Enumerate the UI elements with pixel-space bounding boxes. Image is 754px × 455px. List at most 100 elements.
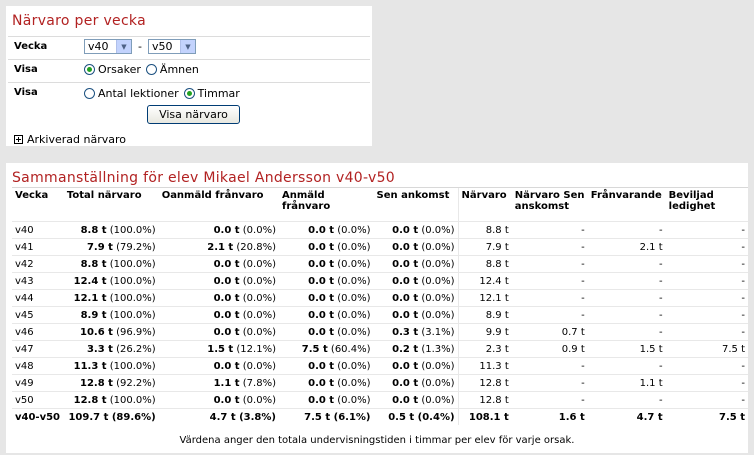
anmald-cell: 0.0 t (0.0%) bbox=[278, 374, 374, 392]
sen-cell: 0.0 t (0.0%) bbox=[373, 306, 459, 324]
week-cell: v44 bbox=[12, 289, 64, 307]
table-header: Vecka Total närvaro Oanmäld frånvaro Anm… bbox=[12, 187, 748, 222]
total-hours: 11.3 t bbox=[73, 360, 107, 372]
col-header: Frånvarande bbox=[587, 187, 666, 222]
radio-subjects[interactable] bbox=[145, 64, 157, 75]
week-from-select[interactable]: v40 ▼ bbox=[84, 39, 132, 54]
anmald-hours: 0.0 t bbox=[308, 275, 335, 287]
oanmald-percent: (0.0%) bbox=[242, 224, 276, 236]
sen-hours: 0.0 t bbox=[392, 241, 419, 253]
sen-percent: (0.0%) bbox=[421, 224, 455, 236]
anmald-percent: (0.0%) bbox=[337, 377, 371, 389]
radio-lessons[interactable] bbox=[84, 88, 95, 99]
chevron-down-icon[interactable]: ▼ bbox=[179, 40, 195, 53]
anmald-cell: 0.0 t (0.0%) bbox=[278, 289, 374, 307]
oanmald-percent: (0.0%) bbox=[242, 326, 276, 338]
summary-panel: Sammanställning för elev Mikael Andersso… bbox=[6, 163, 748, 453]
sen-percent: (0.4%) bbox=[417, 411, 455, 423]
sen-hours: 0.0 t bbox=[392, 275, 419, 287]
week-cell: v48 bbox=[12, 357, 64, 375]
narvaro_sen-cell: - bbox=[511, 306, 588, 324]
total-percent: (100.0%) bbox=[109, 258, 156, 270]
archived-label[interactable]: Arkiverad närvaro bbox=[27, 133, 126, 146]
oanmald-cell: 0.0 t (0.0%) bbox=[158, 323, 279, 341]
chevron-down-icon[interactable]: ▼ bbox=[116, 40, 131, 53]
table-row: v42 8.8 t (100.0%) 0.0 t (0.0%) 0.0 t (0.0%… bbox=[12, 255, 748, 273]
narvaro-cell: 12.4 t bbox=[457, 272, 512, 290]
anmald-hours: 0.0 t bbox=[308, 224, 335, 236]
show-unit-row: Visa Antal lektioner Timmar bbox=[8, 82, 370, 103]
summary-title: Sammanställning för elev Mikael Andersso… bbox=[12, 170, 395, 186]
sen-percent: (0.0%) bbox=[421, 360, 455, 372]
total-row: v40-v50 109.7 t (89.6%) 4.7 t (3.8%) 7.5 t … bbox=[12, 408, 748, 425]
anmald-hours: 7.5 t bbox=[304, 411, 331, 423]
franv-cell: 2.1 t bbox=[587, 238, 666, 256]
week-from-value: v40 bbox=[88, 40, 109, 53]
bevil-cell: 7.5 t bbox=[665, 340, 748, 358]
radio-reasons[interactable] bbox=[84, 64, 95, 75]
oanmald-cell: 0.0 t (0.0%) bbox=[158, 255, 279, 273]
oanmald-hours: 4.7 t bbox=[209, 411, 236, 423]
sen-hours: 0.0 t bbox=[392, 309, 419, 321]
bevil-cell: - bbox=[665, 272, 748, 290]
table-row: v49 12.8 t (92.2%) 1.1 t (7.8%) 0.0 t (0.0%… bbox=[12, 374, 748, 392]
table-row: v41 7.9 t (79.2%) 2.1 t (20.8%) 0.0 t (0.0%… bbox=[12, 238, 748, 256]
anmald-hours: 0.0 t bbox=[308, 326, 335, 338]
anmald-percent: (0.0%) bbox=[337, 292, 371, 304]
sen-percent: (0.0%) bbox=[421, 258, 455, 270]
franv-cell: - bbox=[587, 391, 666, 409]
table-row: v44 12.1 t (100.0%) 0.0 t (0.0%) 0.0 t (0.0… bbox=[12, 289, 748, 307]
franv-cell: 1.5 t bbox=[587, 340, 666, 358]
total-percent: (100.0%) bbox=[109, 394, 156, 406]
col-header: Total närvaro bbox=[63, 187, 159, 222]
bevil-cell: - bbox=[665, 323, 748, 341]
oanmald-percent: (0.0%) bbox=[242, 309, 276, 321]
narvaro_sen-cell: - bbox=[511, 289, 588, 307]
oanmald-percent: (0.0%) bbox=[242, 394, 276, 406]
table-row: v43 12.4 t (100.0%) 0.0 t (0.0%) 0.0 t (0.0… bbox=[12, 272, 748, 290]
oanmald-cell: 0.0 t (0.0%) bbox=[158, 289, 279, 307]
footnote: Värdena anger den totala undervisningsti… bbox=[179, 435, 575, 446]
radio-hours[interactable] bbox=[183, 88, 195, 99]
bevil-cell: - bbox=[665, 357, 748, 375]
sen-cell: 0.5 t (0.4%) bbox=[373, 408, 459, 425]
sen-cell: 0.0 t (0.0%) bbox=[373, 255, 459, 273]
oanmald-percent: (0.0%) bbox=[242, 360, 276, 372]
week-to-select[interactable]: v50 ▼ bbox=[147, 39, 196, 54]
sen-cell: 0.0 t (0.0%) bbox=[373, 391, 459, 409]
radio-lessons-label[interactable]: Antal lektioner bbox=[98, 87, 179, 100]
plus-icon[interactable] bbox=[14, 135, 23, 144]
sen-cell: 0.3 t (3.1%) bbox=[373, 323, 459, 341]
total-hours: 8.9 t bbox=[80, 309, 107, 321]
anmald-cell: 0.0 t (0.0%) bbox=[278, 272, 374, 290]
anmald-hours: 0.0 t bbox=[308, 377, 335, 389]
radio-subjects-label[interactable]: Ämnen bbox=[160, 63, 199, 76]
sen-cell: 0.0 t (0.0%) bbox=[373, 272, 459, 290]
total-percent: (96.9%) bbox=[116, 326, 156, 338]
anmald-cell: 0.0 t (0.0%) bbox=[278, 391, 374, 409]
show-label: Visa bbox=[14, 87, 38, 98]
anmald-hours: 0.0 t bbox=[308, 360, 335, 372]
archived-attendance-toggle[interactable]: Arkiverad närvaro bbox=[14, 133, 126, 146]
total-hours: 12.4 t bbox=[73, 275, 107, 287]
table-row: v47 3.3 t (26.2%) 1.5 t (12.1%) 7.5 t (60.4… bbox=[12, 340, 748, 358]
anmald-cell: 0.0 t (0.0%) bbox=[278, 255, 374, 273]
franv-cell: 1.1 t bbox=[587, 374, 666, 392]
sen-cell: 0.0 t (0.0%) bbox=[373, 289, 459, 307]
oanmald-cell: 0.0 t (0.0%) bbox=[158, 272, 279, 290]
table-row: v40 8.8 t (100.0%) 0.0 t (0.0%) 0.0 t (0.0%… bbox=[12, 221, 748, 239]
franv-cell: - bbox=[587, 357, 666, 375]
franv-cell: - bbox=[587, 306, 666, 324]
oanmald-cell: 0.0 t (0.0%) bbox=[158, 221, 279, 239]
total-percent: (100.0%) bbox=[109, 224, 156, 236]
radio-reasons-label[interactable]: Orsaker bbox=[98, 63, 141, 76]
total-percent: (26.2%) bbox=[116, 343, 156, 355]
col-header: Oanmäld frånvaro bbox=[158, 187, 279, 222]
radio-hours-label[interactable]: Timmar bbox=[198, 87, 240, 100]
show-attendance-button[interactable]: Visa närvaro bbox=[147, 105, 240, 124]
franv-cell: - bbox=[587, 221, 666, 239]
oanmald-percent: (12.1%) bbox=[236, 343, 276, 355]
oanmald-hours: 0.0 t bbox=[213, 326, 240, 338]
narvaro-cell: 7.9 t bbox=[457, 238, 512, 256]
anmald-cell: 0.0 t (0.0%) bbox=[278, 306, 374, 324]
